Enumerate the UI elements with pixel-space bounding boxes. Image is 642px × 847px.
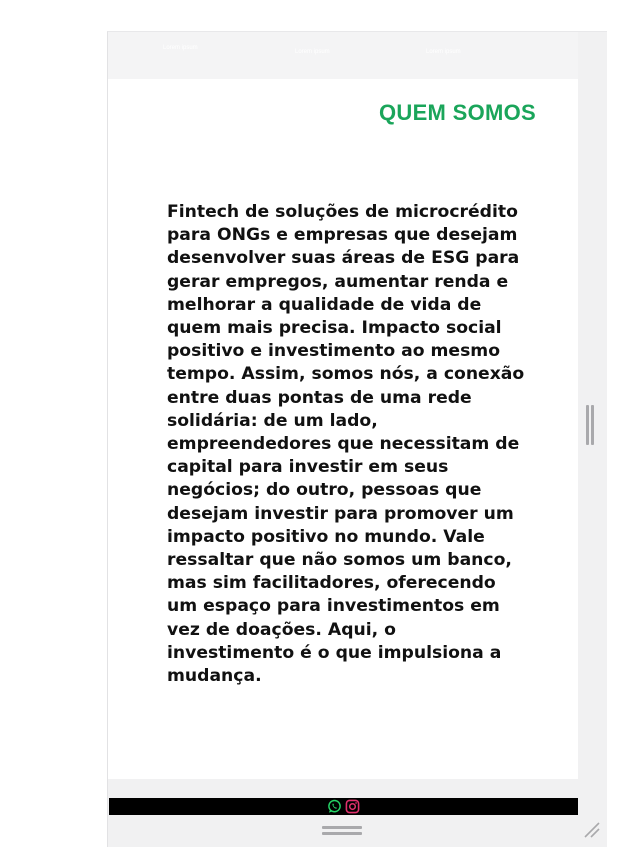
social-links (327, 799, 360, 814)
nav-link-3[interactable]: Lorem ipsum (426, 49, 461, 55)
bottom-drag-handle[interactable] (322, 826, 362, 836)
top-navigation: Lorem ipsum Lorem ipsum Lorem ipsum (108, 32, 578, 79)
instagram-icon (345, 799, 360, 814)
whatsapp-icon (328, 799, 341, 813)
instagram-link[interactable] (345, 799, 360, 814)
whatsapp-link[interactable] (327, 799, 342, 814)
section-title: QUEM SOMOS (378, 100, 536, 125)
nav-link-1[interactable]: Lorem ipsum (163, 45, 198, 51)
footer-bar (109, 798, 578, 815)
side-drag-handle[interactable] (586, 405, 594, 445)
nav-link-2[interactable]: Lorem ipsum (295, 49, 330, 55)
about-paragraph: Fintech de soluções de microcrédito para… (167, 202, 525, 687)
device-frame: Lorem ipsum Lorem ipsum Lorem ipsum QUEM… (107, 31, 607, 847)
resize-grip-icon[interactable] (582, 820, 602, 840)
page-viewport: Lorem ipsum Lorem ipsum Lorem ipsum QUEM… (108, 32, 578, 815)
footer-spacer (108, 779, 578, 798)
